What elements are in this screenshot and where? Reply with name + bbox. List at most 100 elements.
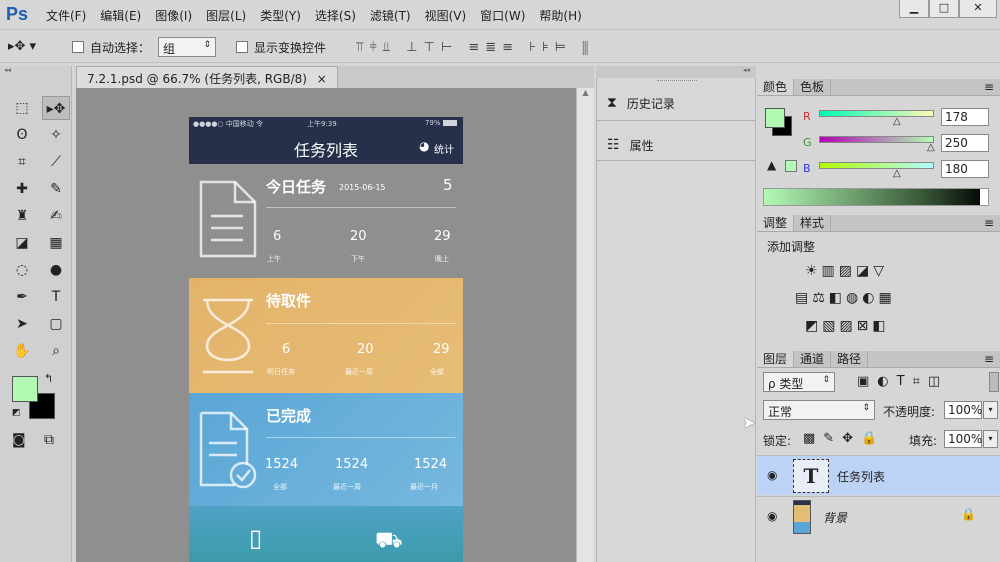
zoom-tool-icon[interactable]: ⌕: [42, 339, 70, 363]
filter-toggle[interactable]: [989, 372, 999, 392]
gamut-warning-icon[interactable]: ▲: [767, 158, 776, 172]
status-time: 上午9:39: [307, 120, 337, 128]
blur-tool-icon[interactable]: ◌: [8, 258, 36, 282]
menu-view[interactable]: 视图(V): [425, 7, 467, 24]
stat-value: 1524: [335, 457, 369, 472]
properties-panel-button[interactable]: ☷ 属性: [607, 134, 654, 156]
crop-tool-icon[interactable]: ⌗: [8, 150, 36, 174]
adjustment-icons-row2[interactable]: ▤⚖◧◍◐▦: [795, 290, 896, 306]
channel-r-thumb[interactable]: △: [893, 116, 901, 127]
panel-menu-icon[interactable]: ≡: [978, 79, 1000, 95]
menu-help[interactable]: 帮助(H): [539, 7, 581, 24]
align-icons[interactable]: ⫪⫩⫫ ⊥⊤⊢ ≡≣≡ ⊦⊧⊨ ⫼: [356, 40, 594, 55]
restore-button[interactable]: □: [929, 0, 959, 18]
default-colors-icon[interactable]: ◩: [12, 408, 21, 418]
fill-dropdown-icon[interactable]: ▾: [983, 430, 998, 448]
visibility-eye-icon[interactable]: ◉: [767, 509, 777, 523]
channel-g-input[interactable]: 250: [941, 134, 989, 152]
screen-mode-icon[interactable]: ⧉: [44, 432, 54, 448]
menu-edit[interactable]: 编辑(E): [100, 7, 141, 24]
layers-panel-tabs: 图层 通道 路径 ≡: [757, 351, 1000, 368]
layer-row-selected[interactable]: ◉ T 任务列表: [757, 455, 1000, 495]
hand-tool-icon[interactable]: ✋: [8, 339, 36, 363]
adjustment-icons-row3[interactable]: ◩▧▨⊠◧: [805, 318, 890, 334]
canvas-vertical-scrollbar[interactable]: ▲: [576, 88, 594, 562]
color-foreground-swatch[interactable]: [765, 108, 785, 128]
layer-filter-icons[interactable]: ▣◐T⌗◫: [857, 374, 948, 389]
move-tool-preset-icon[interactable]: ▸✥ ▾: [8, 39, 36, 54]
gradient-tool-icon[interactable]: ▦: [42, 231, 70, 255]
path-selection-tool-icon[interactable]: ➤: [8, 312, 36, 336]
dropdown-arrows-icon: ⇕: [862, 403, 870, 413]
pen-tool-icon[interactable]: ✒: [8, 285, 36, 309]
opacity-input[interactable]: 100%: [944, 401, 982, 419]
clone-stamp-tool-icon[interactable]: ♜: [8, 204, 36, 228]
tab-paths[interactable]: 路径: [831, 351, 869, 367]
magic-wand-tool-icon[interactable]: ✧: [42, 123, 70, 147]
channel-r-input[interactable]: 178: [941, 108, 989, 126]
layer-name[interactable]: 任务列表: [837, 468, 885, 485]
tab-color[interactable]: 颜色: [757, 79, 795, 95]
close-window-button[interactable]: ✕: [959, 0, 997, 18]
dodge-tool-icon[interactable]: ●: [42, 258, 70, 282]
channel-b-slider[interactable]: [819, 162, 934, 169]
document-tab-close-icon[interactable]: ×: [317, 72, 327, 86]
menu-type[interactable]: 类型(Y): [260, 7, 301, 24]
menu-layer[interactable]: 图层(L): [206, 7, 246, 24]
fill-input[interactable]: 100%: [944, 430, 982, 448]
channel-b-thumb[interactable]: △: [893, 168, 901, 179]
healing-brush-tool-icon[interactable]: ✚: [8, 177, 36, 201]
minimize-button[interactable]: ▁: [899, 0, 929, 18]
menu-select[interactable]: 选择(S): [315, 7, 356, 24]
document-tab[interactable]: 7.2.1.psd @ 66.7% (任务列表, RGB/8) ×: [76, 66, 338, 88]
move-tool-icon[interactable]: ▸✥: [42, 96, 70, 120]
color-ramp-white[interactable]: [980, 189, 988, 205]
type-tool-icon[interactable]: T: [42, 285, 70, 309]
foreground-color-swatch[interactable]: [12, 376, 38, 402]
auto-select-dropdown[interactable]: 组 ⇕: [158, 37, 216, 57]
history-brush-tool-icon[interactable]: ✍: [42, 204, 70, 228]
eyedropper-tool-icon[interactable]: ⟋: [42, 150, 70, 174]
tab-styles[interactable]: 样式: [794, 215, 832, 231]
menu-window[interactable]: 窗口(W): [480, 7, 525, 24]
scroll-up-icon[interactable]: ▲: [577, 88, 594, 97]
stat-value: 29: [434, 229, 451, 244]
auto-select-checkbox[interactable]: [72, 41, 84, 53]
tab-swatches[interactable]: 色板: [794, 79, 832, 95]
swap-colors-icon[interactable]: ↰: [44, 372, 53, 385]
channel-g-thumb[interactable]: △: [927, 142, 935, 153]
shape-tool-icon[interactable]: ▢: [42, 312, 70, 336]
quick-mask-icon[interactable]: ◙: [12, 432, 26, 448]
layer-filter-dropdown[interactable]: ρ 类型 ⇕: [763, 372, 835, 392]
show-transform-checkbox[interactable]: [236, 41, 248, 53]
blend-mode-dropdown[interactable]: 正常 ⇕: [763, 400, 875, 420]
lasso-tool-icon[interactable]: ʘ: [8, 123, 36, 147]
opacity-dropdown-icon[interactable]: ▾: [983, 401, 998, 419]
history-panel-button[interactable]: ⧗ 历史记录: [607, 92, 675, 114]
visibility-eye-icon[interactable]: ◉: [767, 468, 777, 482]
tab-layers[interactable]: 图层: [757, 351, 795, 367]
menu-file[interactable]: 文件(F): [46, 7, 86, 24]
color-ramp[interactable]: [763, 188, 989, 206]
layer-row[interactable]: ◉ 背景 🔒: [757, 496, 1000, 536]
panel-collapse-icon[interactable]: ◂◂: [743, 66, 750, 74]
channel-g-slider[interactable]: [819, 136, 934, 143]
tab-channels[interactable]: 通道: [794, 351, 832, 367]
channel-r-slider[interactable]: [819, 110, 934, 117]
menu-filter[interactable]: 滤镜(T): [370, 7, 411, 24]
stat-label: 上午: [267, 255, 281, 263]
gamut-swatch[interactable]: [785, 160, 797, 172]
tab-adjustments[interactable]: 调整: [757, 215, 795, 231]
panel-menu-icon[interactable]: ≡: [978, 215, 1000, 231]
toolbox-collapse-icon[interactable]: ◂◂: [4, 66, 68, 74]
lock-icons[interactable]: ▩✎✥🔒: [803, 431, 885, 446]
marquee-tool-icon[interactable]: ⬚: [8, 96, 36, 120]
menu-image[interactable]: 图像(I): [155, 7, 192, 24]
layer-name[interactable]: 背景: [823, 509, 847, 526]
adjustment-icons-row1[interactable]: ☀▥▨◪▽: [805, 263, 888, 279]
brush-tool-icon[interactable]: ✎: [42, 177, 70, 201]
channel-b-input[interactable]: 180: [941, 160, 989, 178]
stat-value: 6: [282, 342, 291, 357]
eraser-tool-icon[interactable]: ◪: [8, 231, 36, 255]
panel-menu-icon[interactable]: ≡: [978, 351, 1000, 367]
